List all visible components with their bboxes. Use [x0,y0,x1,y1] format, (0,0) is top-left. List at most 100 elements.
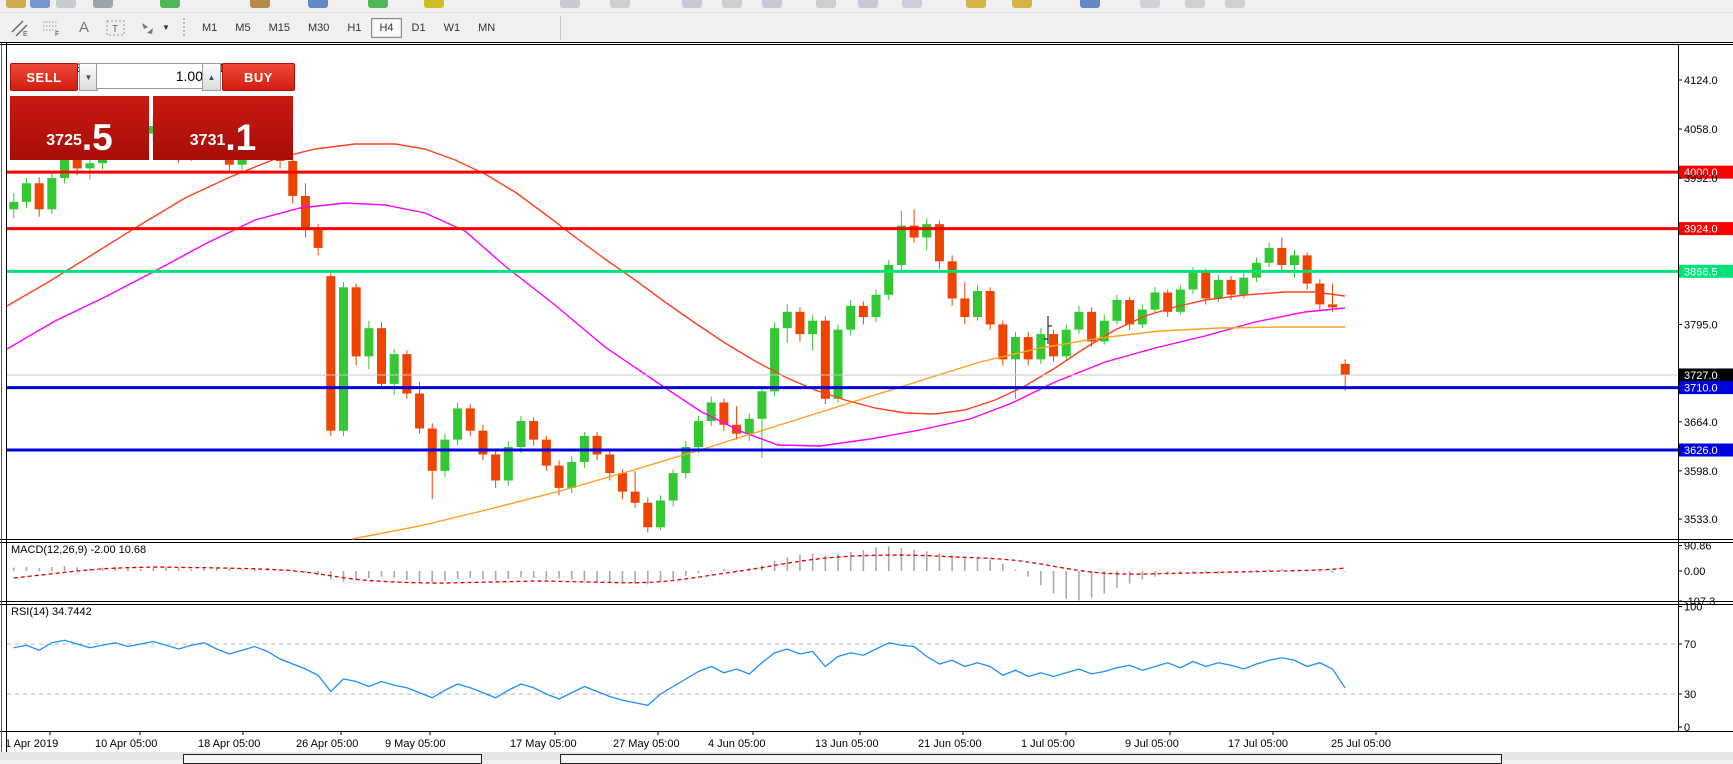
buy-price-main: 3731 [190,126,226,156]
candle [960,298,969,317]
toolbar-icon-partial[interactable] [1140,0,1160,8]
price-tick-label: 3664.0 [1684,417,1718,429]
rsi-indicator-label: RSI(14) 34.7442 [11,606,92,618]
toolbar-icon-partial[interactable] [902,0,922,8]
timeframe-button-H4[interactable]: H4 [371,18,401,38]
candle [1176,290,1185,312]
toolbar-icon-partial[interactable] [160,0,180,8]
toolbar-icon-partial[interactable] [308,0,328,8]
arrows-tool-icon[interactable] [136,17,160,39]
date-label: 27 May 05:00 [613,738,680,750]
volume-input[interactable] [96,63,210,89]
candle [897,226,906,265]
docked-window-edge[interactable] [560,754,1502,764]
price-tick-label: 4124.0 [1684,75,1718,87]
toolbar-icon-partial[interactable] [610,0,630,8]
candle [326,276,335,431]
toolbar-icon-partial[interactable] [722,0,742,8]
toolbar-icon-partial[interactable] [30,0,50,8]
toolbar-icon-partial[interactable] [966,0,986,8]
candle [872,295,881,317]
toolbar-icon-partial[interactable] [1012,0,1032,8]
toolbar-icon-partial[interactable] [6,0,26,8]
text-tool-icon[interactable]: A [72,17,96,39]
toolbar-icon-partial[interactable] [762,0,782,8]
macd-axis-label: 0.00 [1684,566,1705,578]
fibonacci-grid-tool-icon[interactable]: F [40,17,64,39]
date-label: 13 Jun 05:00 [815,738,879,750]
docked-window-edge[interactable] [183,754,482,764]
candle [352,287,361,356]
sell-button[interactable]: SELL [10,63,78,91]
date-label: 9 May 05:00 [385,738,446,750]
candle [1239,278,1248,295]
buy-price-display[interactable]: 3731.1 [153,96,293,160]
toolbar-icon-partial[interactable] [858,0,878,8]
date-label: 21 Jun 05:00 [918,738,982,750]
toolbar-icon-partial[interactable] [682,0,702,8]
rsi-axis-label: 100 [1684,602,1702,614]
candle [770,328,779,391]
price-tick-label: 4058.0 [1684,124,1718,136]
candle [9,202,18,209]
toolbar-icon-partial[interactable] [816,0,836,8]
timeframe-button-MN[interactable]: MN [470,18,503,38]
toolbar-icon-partial[interactable] [1080,0,1100,8]
toolbar-icon-partial[interactable] [93,0,113,8]
toolbar-separator [560,16,561,40]
candle [440,440,449,471]
toolbar-icon-partial[interactable] [1185,0,1205,8]
date-label: 17 May 05:00 [510,738,577,750]
arrows-dropdown-caret-icon[interactable]: ▼ [160,17,172,39]
toolbar-icon-partial[interactable] [1225,0,1245,8]
volume-increase-button[interactable]: ▲ [202,63,221,91]
candle [998,324,1007,359]
candle [846,306,855,330]
toolbar-icon-partial[interactable] [424,0,444,8]
sell-price-display[interactable]: 3725.5 [10,96,149,160]
timeframe-button-M30[interactable]: M30 [300,18,337,38]
timeframe-button-M5[interactable]: M5 [227,18,258,38]
toolbar-icon-partial[interactable] [250,0,270,8]
timeframe-button-M1[interactable]: M1 [194,18,225,38]
candle [517,421,526,447]
candle [1227,280,1236,295]
candle [1087,312,1096,342]
text-label-tool-icon[interactable]: T [104,17,128,39]
main-toolbar: E F A T ▼ M1M5M15M30H1H4D1W1MN [0,0,1733,42]
macd-values: -2.00 10.68 [90,544,146,556]
candle [364,328,373,356]
date-label: 4 Jun 05:00 [708,738,766,750]
equidistant-lines-tool-icon[interactable]: E [8,17,32,39]
toolbar-drag-handle[interactable] [182,18,187,38]
buy-button[interactable]: BUY [222,63,295,91]
timeframe-button-H1[interactable]: H1 [339,18,369,38]
drawing-and-timeframe-toolbar: E F A T ▼ M1M5M15M30H1H4D1W1MN [0,13,1733,42]
timeframe-button-D1[interactable]: D1 [404,18,434,38]
candle [1125,300,1134,325]
toolbar-icon-partial[interactable] [56,0,76,8]
toolbar-icon-partial[interactable] [368,0,388,8]
candle [643,503,652,528]
buy-price-fraction: .1 [225,119,256,156]
candle [1074,312,1083,330]
rsi-axis-label: 0 [1684,722,1690,734]
timeframe-button-M15[interactable]: M15 [261,18,298,38]
candle [1112,300,1121,321]
candle [567,462,576,488]
timeframe-button-group: M1M5M15M30H1H4D1W1MN [193,18,504,38]
candle [1201,272,1210,298]
candle [504,447,513,480]
candle [986,291,995,324]
candle [605,454,614,473]
candle [808,321,817,334]
candle [1214,280,1223,299]
candle [466,408,475,430]
sell-price-fraction: .5 [82,119,113,156]
date-label: 17 Jul 05:00 [1228,738,1288,750]
price-tick-label: 3992.0 [1684,173,1718,185]
candle [922,224,931,237]
date-label: 1 Apr 2019 [5,738,58,750]
timeframe-button-W1[interactable]: W1 [436,18,469,38]
toolbar-icon-partial[interactable] [560,0,580,8]
